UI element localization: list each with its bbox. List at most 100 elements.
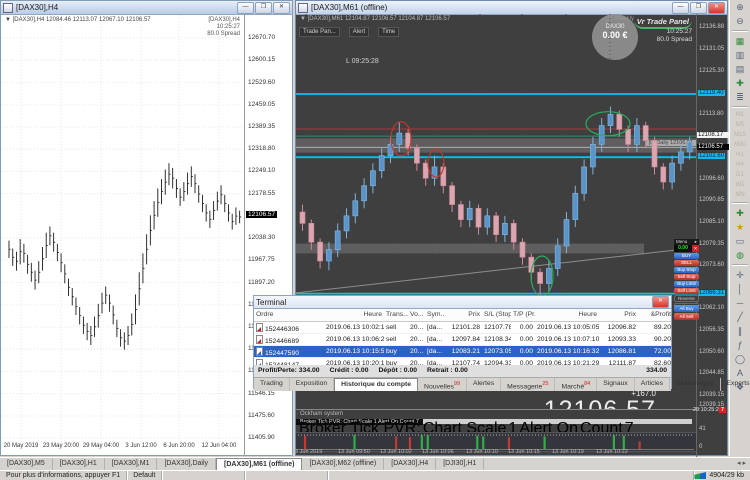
equidistant-channel-icon[interactable]: ∥ — [732, 324, 749, 338]
restore-button[interactable]: ❐ — [690, 2, 707, 14]
terminal-window[interactable]: Terminal ✕ OrdreHeureTrans...Vo...Sym...… — [253, 295, 672, 389]
sell-limit-button[interactable]: Sell Limit — [674, 288, 699, 294]
left-window-titlebar[interactable]: [DAX30],H4 — ❐ ✕ — [1, 1, 292, 15]
sell-stop-button[interactable]: Sell Stop — [674, 274, 699, 280]
ask-price-label: 12108.17 — [697, 132, 729, 138]
timeframe-h4[interactable]: H4 — [732, 160, 749, 170]
price-tick: 12131.05 — [699, 46, 724, 52]
terminal-tab-alertes[interactable]: Alertes — [467, 378, 501, 391]
buy-button[interactable]: BUY — [674, 253, 699, 259]
new-order-icon[interactable]: ✚ — [732, 206, 749, 220]
right-window-titlebar[interactable]: [DAX30],M61 (offline) — ❐ ✕ — [296, 1, 727, 15]
indicators-list-icon[interactable]: ≣ — [732, 90, 749, 104]
trend-line-icon[interactable]: ╱ — [732, 310, 749, 324]
terminal-tab-historique-du-compte[interactable]: Historique du compte — [334, 378, 418, 391]
close-button[interactable]: ✕ — [708, 2, 725, 14]
all-sell-button[interactable]: All Sell — [674, 313, 699, 320]
ellipse-tool-icon[interactable]: ◯ — [732, 352, 749, 366]
cell: 2019.06.13 10:05:05 — [535, 322, 599, 333]
cell: 2019.06.13 10:07:10 — [535, 334, 599, 345]
timeframe-w1[interactable]: W1 — [732, 180, 749, 190]
left-time-axis[interactable]: 20 May 201923 May 20:0029 May 04:003 Jun… — [1, 441, 244, 453]
history-row[interactable]: 1524475902019.06.13 10:15:50buy20...[da.… — [254, 346, 671, 358]
timeframe-m30[interactable]: M30 — [732, 140, 749, 150]
chart-tab--dax30-h1[interactable]: [DAX30],H1 — [53, 458, 105, 470]
column-header[interactable]: Prix — [445, 309, 482, 321]
horizontal-line-icon[interactable]: ─ — [732, 296, 749, 310]
tab-badge: 25 — [542, 381, 548, 387]
minimize-button[interactable]: — — [237, 2, 254, 14]
chart-tab--dax30-m62-offline-[interactable]: [DAX30],M62 (offline) — [302, 458, 384, 470]
time-tick: 13 Jun 10:19 — [552, 449, 584, 455]
column-header[interactable]: Heure — [535, 309, 599, 321]
all-buy-button[interactable]: All Buy — [674, 305, 699, 312]
zoom-out-icon[interactable]: ⊖ — [732, 14, 749, 28]
column-header[interactable]: Ordre — [254, 309, 324, 321]
fibonacci-icon[interactable]: ƒ — [732, 338, 749, 352]
right-time-axis[interactable]: 13 Jun 201913 Jun 09:5013 Jun 10:0213 Ju… — [296, 449, 696, 457]
cell: 20... — [408, 322, 425, 333]
chart-bars-icon[interactable]: ▥ — [732, 48, 749, 62]
price-tick: 12249.10 — [248, 167, 275, 174]
new-chart-icon[interactable]: ✚ — [732, 76, 749, 90]
crosshair-icon[interactable]: ✛ — [732, 268, 749, 282]
zoom-in-icon[interactable]: ⊕ — [732, 0, 749, 14]
terminal-tab-signaux[interactable]: Signaux — [597, 378, 635, 391]
buy-limit-button[interactable]: Buy Limit — [674, 281, 699, 287]
column-header[interactable]: Vo... — [408, 309, 425, 321]
column-header[interactable]: T/P (Pr... — [511, 309, 535, 321]
favorites-icon[interactable]: ★ — [732, 220, 749, 234]
buy-stop-button[interactable]: Buy Stop — [674, 267, 699, 273]
terminal-tab-exposition[interactable]: Exposition — [290, 378, 334, 391]
column-header[interactable]: S/L (Stop... — [482, 309, 511, 321]
chart-tab--dax30-m1[interactable]: [DAX30],M1 — [105, 458, 158, 470]
menu-close-icon[interactable]: ✕ — [692, 245, 699, 252]
history-row[interactable]: 1524466892019.06.13 10:06:25sell20...[da… — [254, 334, 671, 346]
cell: 0.00 — [511, 322, 535, 333]
chart-tab--dax30-m5[interactable]: [DAX30],M5 — [0, 458, 53, 470]
timeframe-m15[interactable]: M15 — [732, 130, 749, 140]
web-terminal-icon[interactable]: ◍ — [732, 248, 749, 262]
left-chart-plot[interactable]: ▼ [DAX30],H4 12084.46 12113.07 12067.10 … — [1, 15, 244, 442]
account-history-table[interactable]: OrdreHeureTrans...Vo...Sym...PrixS/L (St… — [254, 309, 671, 370]
terminal-tab-nouvelles[interactable]: Nouvelles99 — [418, 378, 467, 391]
terminal-tab-articles[interactable]: Articles — [635, 378, 670, 391]
chart-tab--dji30-h1[interactable]: [DJI30],H1 — [436, 458, 484, 470]
column-header[interactable]: &Profit — [638, 309, 673, 321]
terminal-tab-messagerie[interactable]: Messagerie25 — [501, 378, 555, 391]
timeframe-d1[interactable]: D1 — [732, 170, 749, 180]
history-row[interactable]: 1524463062019.06.13 10:02:11sell20...[da… — [254, 322, 671, 334]
timeframe-m5[interactable]: M5 — [732, 120, 749, 130]
timeframe-mn[interactable]: MN — [732, 190, 749, 200]
chart-tab--dax30-m61-offline-[interactable]: [DAX30],M61 (offline) — [216, 458, 302, 470]
price-tick: 12085.10 — [699, 219, 724, 225]
minimize-button[interactable]: — — [672, 2, 689, 14]
tile-windows-icon[interactable]: ▦ — [732, 34, 749, 48]
terminal-tab-marché[interactable]: Marché84 — [555, 378, 597, 391]
close-button[interactable]: ✕ — [273, 2, 290, 14]
chart-tab--dax30-h4[interactable]: [DAX30],H4 — [384, 458, 436, 470]
terminal-titlebar[interactable]: Terminal ✕ — [254, 296, 671, 309]
reverse-button[interactable]: Reverse — [674, 295, 699, 302]
maximize-button[interactable]: ❐ — [255, 2, 272, 14]
chart-window-icon[interactable]: ▭ — [732, 234, 749, 248]
time-tick: 13 Jun 2019 — [292, 449, 322, 455]
timeframe-m1[interactable]: M1 — [732, 110, 749, 120]
column-header[interactable]: Heure — [324, 309, 384, 321]
terminal-tab-trading[interactable]: Trading — [254, 378, 290, 391]
terminal-tab-bibliotheque[interactable]: Bibliotheque — [670, 378, 720, 391]
vertical-line-icon[interactable]: │ — [732, 282, 749, 296]
column-header[interactable]: Sym... — [425, 309, 445, 321]
terminal-close-button[interactable]: ✕ — [652, 296, 669, 308]
timeframe-h1[interactable]: H1 — [732, 150, 749, 160]
tab-scroll-arrows[interactable]: ◂ ▸ — [733, 458, 750, 470]
chart-window-dax30-h4[interactable]: [DAX30],H4 — ❐ ✕ ▼ [DAX30],H4 12084.46 1… — [0, 0, 293, 456]
chart-tab--dax30-daily[interactable]: [DAX30],Daily — [157, 458, 216, 470]
column-header[interactable]: Prix — [599, 309, 638, 321]
status-profile[interactable]: Default — [127, 471, 162, 480]
chart-icon — [3, 3, 13, 13]
chart-candles-icon[interactable]: ▤ — [732, 62, 749, 76]
column-header[interactable]: Trans... — [384, 309, 408, 321]
sell-button[interactable]: SELL — [674, 260, 699, 266]
terminal-tab-experts[interactable]: Experts — [721, 378, 750, 391]
